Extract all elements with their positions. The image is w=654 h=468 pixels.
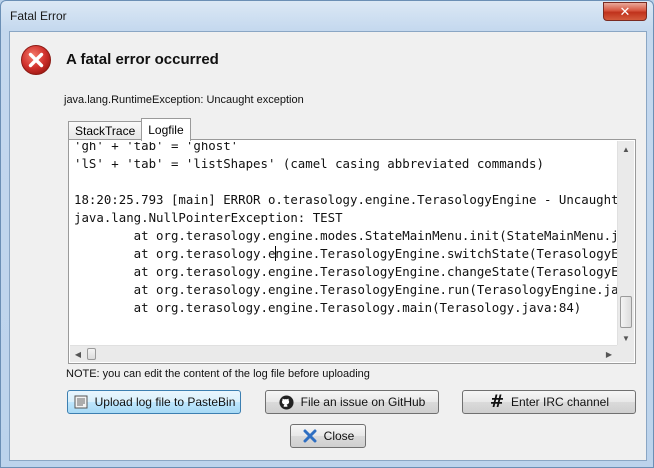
error-icon — [21, 45, 51, 75]
edit-note: NOTE: you can edit the content of the lo… — [66, 368, 370, 380]
log-line: java.lang.NullPointerException: TEST — [74, 210, 343, 225]
scroll-left-icon[interactable]: ◀ — [70, 346, 86, 362]
log-textarea[interactable]: 'gh' + 'tab' = 'ghost' 'lS' + 'tab' = 'li… — [71, 142, 617, 346]
log-panel: 'gh' + 'tab' = 'ghost' 'lS' + 'tab' = 'li… — [68, 139, 636, 364]
log-line: 'lS' + 'tab' = 'listShapes' (camel casin… — [74, 156, 544, 171]
irc-channel-label: Enter IRC channel — [510, 395, 610, 409]
tab-logfile[interactable]: Logfile — [141, 118, 191, 141]
scrollbar-corner — [617, 345, 634, 362]
horizontal-scrollbar[interactable]: ◀ ▶ — [70, 345, 617, 362]
log-line: 'gh' + 'tab' = 'ghost' — [74, 142, 239, 153]
pastebin-icon — [73, 394, 89, 410]
upload-pastebin-label: Upload log file to PasteBin — [94, 395, 236, 409]
log-line: at org.terasology.engine.modes.StateMain… — [74, 228, 617, 243]
tab-bar: StackTrace Logfile — [68, 118, 191, 142]
log-line: at org.terasology.engine.Terasology.main… — [74, 300, 582, 315]
window-title: Fatal Error — [10, 9, 67, 23]
upload-pastebin-button[interactable]: Upload log file to PasteBin — [67, 390, 241, 414]
scroll-up-icon[interactable]: ▲ — [618, 141, 634, 157]
hash-icon: # — [489, 392, 505, 412]
irc-channel-button[interactable]: # Enter IRC channel — [462, 390, 636, 414]
log-line: 18:20:25.793 [main] ERROR o.terasology.e… — [74, 192, 617, 207]
log-line: at org.terasology.engine.TerasologyEngin… — [74, 282, 617, 297]
window-close-button[interactable]: ✕ — [603, 2, 647, 21]
vertical-scrollbar[interactable]: ▲ ▼ — [617, 141, 634, 346]
dialog-body: A fatal error occurred java.lang.Runtime… — [9, 31, 647, 461]
close-label: Close — [323, 429, 355, 443]
title-bar[interactable]: Fatal Error ✕ — [1, 1, 653, 31]
vertical-scroll-thumb[interactable] — [620, 296, 632, 328]
dialog-heading: A fatal error occurred — [66, 51, 219, 68]
close-button[interactable]: Close — [290, 424, 366, 448]
fatal-error-window: Fatal Error ✕ A fatal error occurred jav… — [0, 0, 654, 468]
close-x-icon — [302, 428, 318, 444]
horizontal-scroll-thumb[interactable] — [87, 348, 96, 360]
github-icon — [279, 394, 295, 410]
text-caret — [275, 246, 277, 261]
close-icon: ✕ — [619, 3, 631, 19]
log-line: at org.terasology.engine.TerasologyEngin… — [74, 246, 617, 261]
scroll-right-icon[interactable]: ▶ — [601, 346, 617, 362]
log-line: at org.terasology.engine.TerasologyEngin… — [74, 264, 617, 279]
github-issue-button[interactable]: File an issue on GitHub — [265, 390, 439, 414]
github-issue-label: File an issue on GitHub — [300, 395, 426, 409]
scroll-down-icon[interactable]: ▼ — [618, 330, 634, 346]
exception-message: java.lang.RuntimeException: Uncaught exc… — [64, 94, 304, 106]
